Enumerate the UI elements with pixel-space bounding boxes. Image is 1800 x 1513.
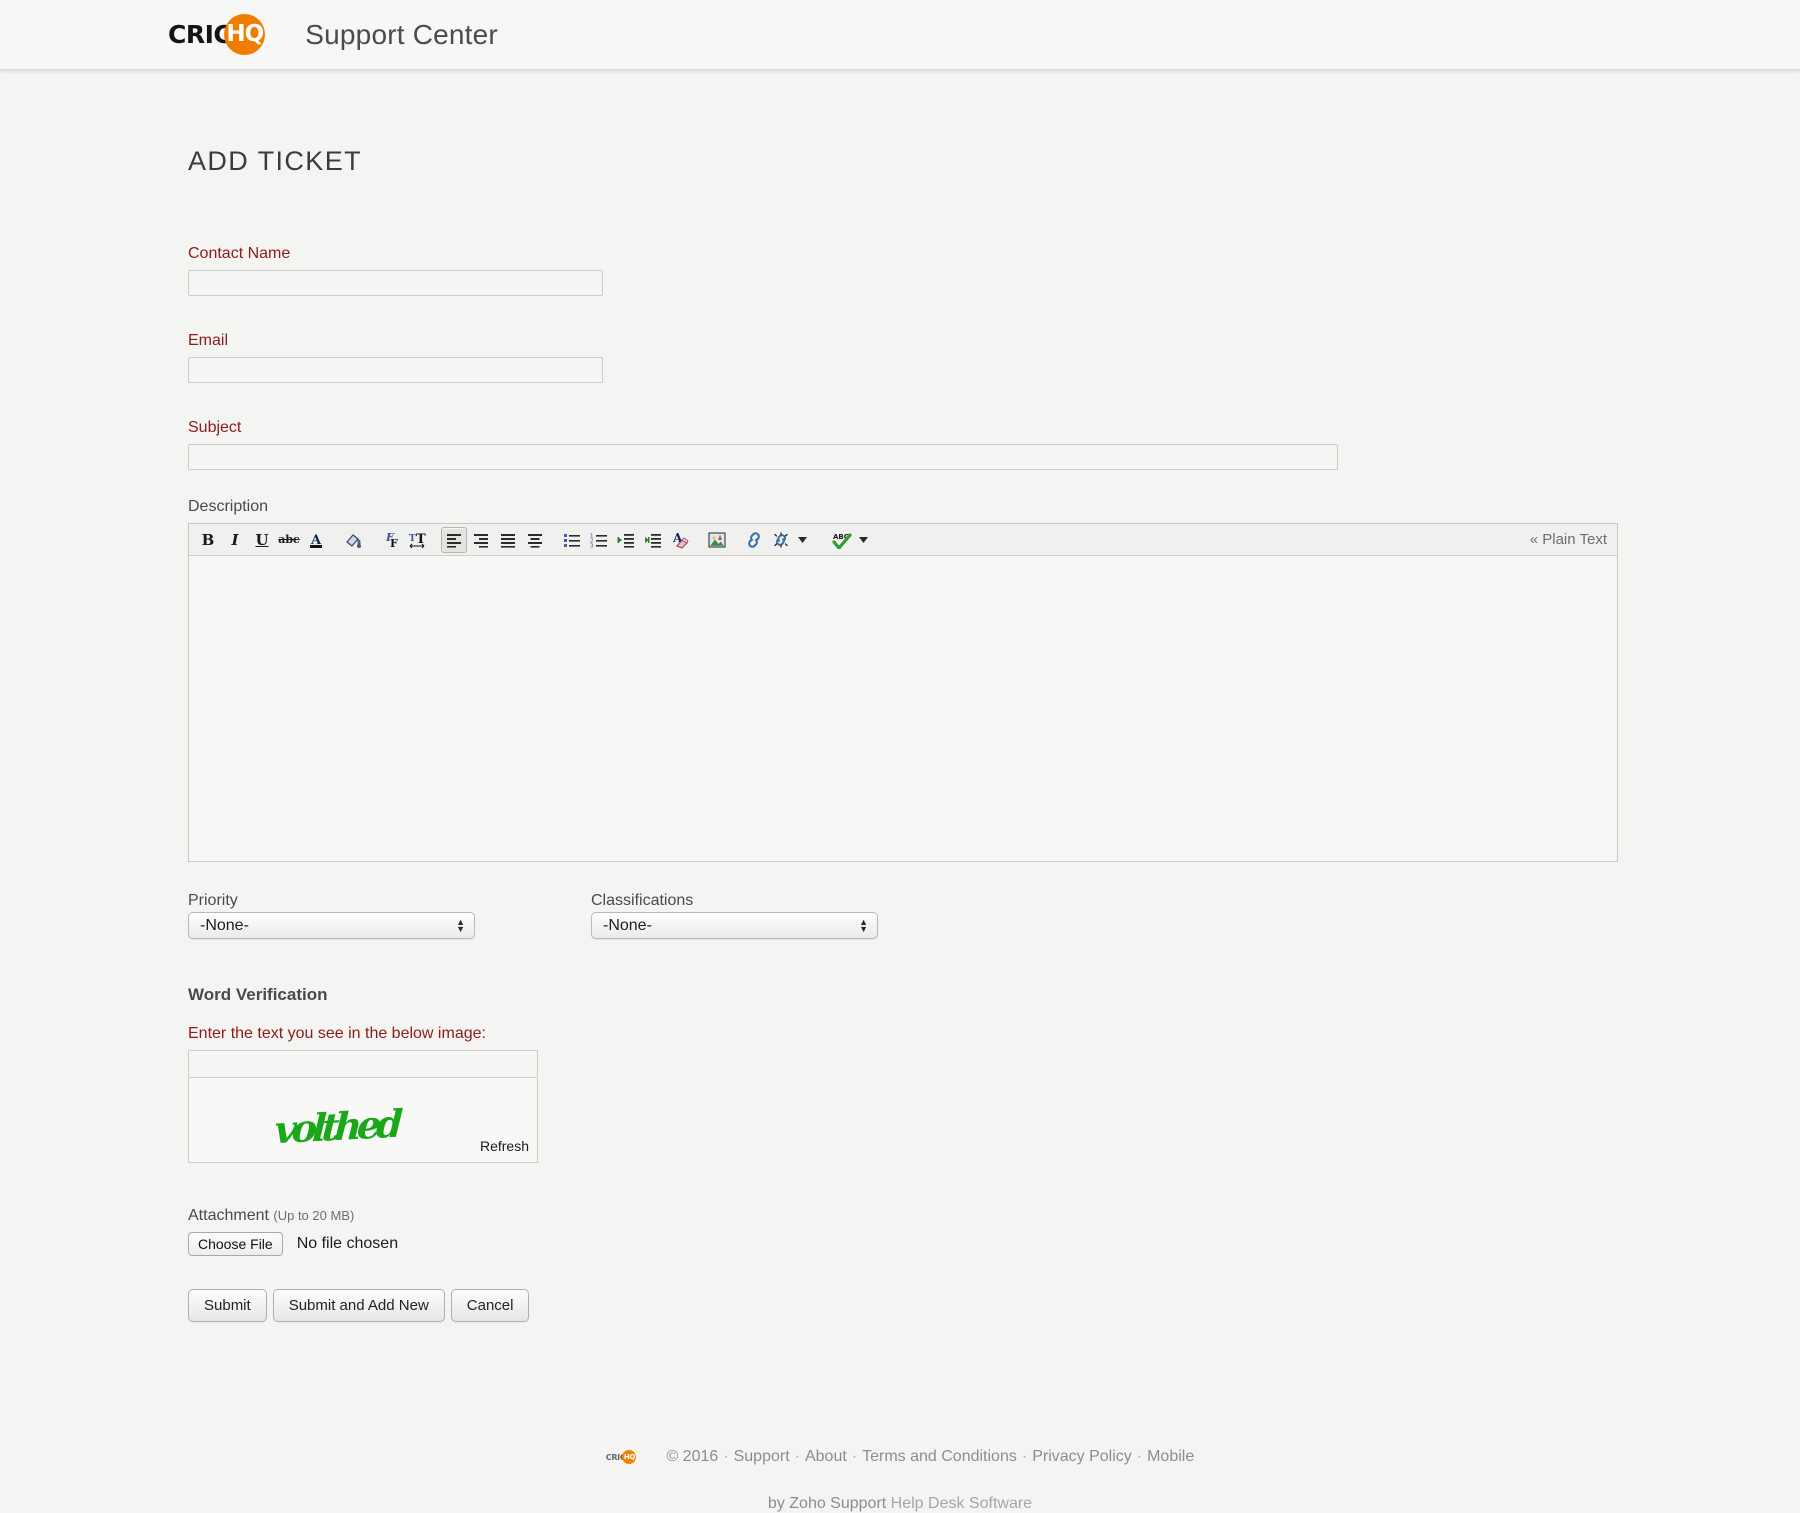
subject-input[interactable] [188,444,1338,470]
footer-credit-suffix: Help Desk Software [890,1495,1033,1512]
select-row: Priority -None- ▲ ▼ Classifications -None… [188,892,1800,939]
file-status-text: No file chosen [296,1235,399,1252]
field-classifications: Classifications -None- ▲ ▼ [591,892,991,939]
email-input[interactable] [188,357,603,383]
attachment-label: Attachment [188,1207,269,1224]
field-subject: Subject [188,419,1800,470]
footer-link-support[interactable]: Support [734,1448,790,1466]
crichq-logo[interactable]: CRIC HQ [168,12,266,58]
align-left-icon[interactable] [441,526,467,553]
header-title: Support Center [305,18,498,50]
captcha-image-text: volthed [273,1100,400,1153]
site-footer: CRIC HQ © 2016 · Support · About · Terms… [0,1448,1800,1513]
outdent-icon[interactable] [613,527,639,553]
attachment-size-note: (Up to 20 MB) [273,1208,355,1223]
footer-link-privacy-policy[interactable]: Privacy Policy [1032,1448,1132,1466]
site-header: CRIC HQ Support Center [0,0,1800,70]
priority-stepper-arrows-icon: ▲ ▼ [456,916,465,934]
classifications-selected-value: -None- [603,916,652,934]
captcha-refresh-link[interactable]: Refresh [480,1138,529,1154]
insert-link-icon[interactable] [741,527,767,553]
footer-separator-4: · [1021,1448,1028,1465]
cancel-button[interactable]: Cancel [450,1289,530,1322]
page-title: ADD TICKET [188,146,363,176]
file-input-row: Choose File No file chosen [188,1232,1800,1256]
footer-credit: by Zoho Support Help Desk Software [0,1495,1800,1513]
word-verification-heading: Word Verification [188,985,328,1004]
submit-and-add-new-button[interactable]: Submit and Add New [272,1289,445,1322]
priority-select[interactable]: -None- ▲ ▼ [188,912,475,939]
svg-text:T: T [409,534,416,544]
email-label: Email [188,332,229,349]
description-rich-text-editor: B I U abc A F F T T 1 2 3 A ABC « Plain … [188,523,1618,862]
plain-text-toggle-link[interactable]: « Plain Text [1530,531,1607,548]
word-verification-section: Word Verification Enter the text you see… [188,985,1800,1163]
footer-separator-1: · [723,1448,729,1465]
field-email: Email [188,332,1800,383]
svg-text:F: F [390,537,398,550]
word-verification-input[interactable] [188,1050,538,1078]
description-label: Description [188,498,269,515]
remove-link-icon[interactable] [768,527,794,553]
font-size-icon[interactable]: T T [404,527,430,553]
bullet-list-icon[interactable] [559,527,585,553]
svg-text:3: 3 [590,543,594,548]
link-dropdown-chevron-down-icon[interactable] [795,527,809,553]
footer-credit-prefix: by Zoho Support [767,1495,891,1512]
numbered-list-icon[interactable]: 1 2 3 [586,527,612,553]
priority-selected-value: -None- [200,916,249,934]
strikethrough-icon[interactable]: abc [276,527,302,553]
add-ticket-form: Contact Name Email Subject Description B [188,245,1800,1322]
form-actions: Submit Submit and Add New Cancel [188,1289,1800,1322]
footer-separator-2: · [794,1448,800,1465]
editor-toolbar: B I U abc A F F T T 1 2 3 A ABC « Plain … [189,524,1617,556]
description-editor-body[interactable] [189,556,1617,861]
footer-link-about[interactable]: About [805,1448,847,1466]
font-color-icon[interactable]: A [303,527,329,553]
font-family-icon[interactable]: F F [377,527,403,553]
align-center-icon[interactable] [522,527,548,553]
footer-links-row: CRIC HQ © 2016 · Support · About · Terms… [0,1448,1800,1466]
submit-button[interactable]: Submit [188,1289,267,1322]
attachment-section: Attachment (Up to 20 MB) Choose File No … [188,1207,1800,1256]
italic-icon[interactable]: I [222,527,248,553]
footer-logo-hq-text: HQ [623,1453,635,1461]
subject-label: Subject [188,419,242,436]
logo-hq-circle: HQ [224,14,266,55]
word-verification-instruction: Enter the text you see in the below imag… [188,1025,486,1042]
field-description: Description B I U abc A F F T T 1 2 3 A … [188,498,1800,862]
priority-label: Priority [188,892,238,909]
footer-crichq-logo: CRIC HQ [606,1450,637,1464]
footer-copyright: © 2016 [666,1448,719,1465]
indent-icon[interactable] [640,527,666,553]
contact-name-input[interactable] [188,270,603,296]
page-content: ADD TICKET Contact Name Email Subject De… [0,70,1800,1513]
clear-formatting-icon[interactable]: A [667,527,693,553]
align-justify-icon[interactable] [495,527,521,553]
classifications-select[interactable]: -None- ▲ ▼ [591,912,878,939]
footer-separator-3: · [851,1448,858,1465]
footer-separator-5: · [1136,1448,1143,1465]
contact-name-label: Contact Name [188,245,291,262]
align-right-icon[interactable] [468,527,494,553]
bold-icon[interactable]: B [195,527,221,553]
footer-link-mobile[interactable]: Mobile [1147,1448,1194,1466]
svg-text:T: T [416,532,426,547]
highlight-color-icon[interactable] [340,527,366,553]
classifications-label: Classifications [591,892,694,909]
spellcheck-dropdown-chevron-down-icon[interactable] [856,527,870,553]
captcha-image-container: volthed Refresh [188,1078,538,1163]
choose-file-button[interactable]: Choose File [188,1232,283,1256]
field-contact-name: Contact Name [188,245,1800,296]
footer-logo-hq-circle: HQ [622,1450,637,1464]
logo-hq-text: HQ [226,21,264,47]
footer-link-terms-and-conditions[interactable]: Terms and Conditions [862,1448,1017,1466]
classifications-stepper-arrows-icon: ▲ ▼ [859,916,868,934]
field-priority: Priority -None- ▲ ▼ [188,892,588,939]
insert-image-icon[interactable] [704,527,730,553]
spellcheck-icon[interactable]: ABC [829,527,855,553]
underline-icon[interactable]: U [249,527,275,553]
